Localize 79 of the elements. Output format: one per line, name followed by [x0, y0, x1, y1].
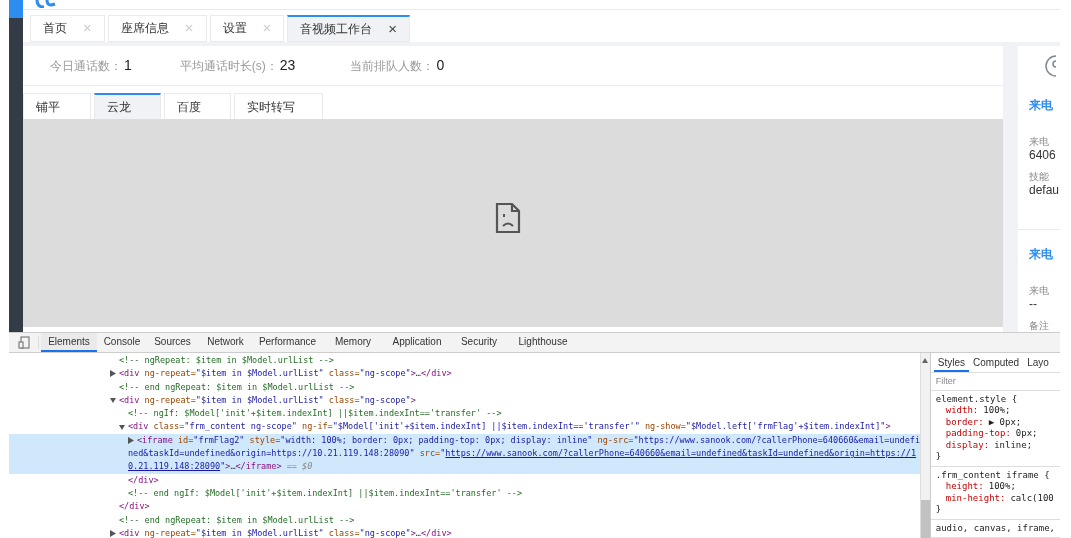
- device-toolbar-icon[interactable]: [17, 336, 30, 349]
- triangle-right-icon[interactable]: [110, 530, 116, 537]
- devtools-tab[interactable]: Elements: [41, 333, 97, 352]
- css-property-name: border:: [945, 416, 984, 428]
- section-heading: 来电: [1029, 246, 1054, 263]
- stat-value: 1: [124, 56, 132, 75]
- stat-label: 当前排队人数：: [350, 57, 435, 75]
- css-property-value: ▶ 0px;: [988, 416, 1022, 428]
- brace: }: [935, 504, 943, 516]
- triangle-down-icon[interactable]: [110, 397, 116, 405]
- section-heading: 来电: [1029, 97, 1054, 114]
- code-line[interactable]: <!-- ngIf: $Model['init'+$item.indexInt] ||$item.indexInt=='transfer' -->: [128, 407, 502, 421]
- css-property-value: 100%;: [983, 405, 1011, 417]
- css-selector: .frm_content iframe {: [935, 469, 1051, 481]
- devtools-tab[interactable]: Sources: [147, 333, 198, 352]
- field-value: defau: [1029, 183, 1060, 198]
- code-line[interactable]: <div class="frm_content ng-scope" ng-if="$Model['init'+$item.indexInt] ||$item.indexInt=='transfer'" ng-show="$Model.left['frmFlag'+$item.indexInt]">: [128, 420, 891, 434]
- stat-label: 平均通话时长(s)：: [179, 57, 278, 75]
- css-selector: element.style {: [935, 393, 1019, 405]
- field-label: 来电: [1029, 135, 1050, 148]
- page-tab[interactable]: 设置 ×: [209, 14, 285, 42]
- scroll-up-icon[interactable]: [922, 358, 929, 363]
- styles-tab[interactable]: Styles: [933, 354, 969, 373]
- css-property-name: width:: [945, 405, 979, 417]
- code-line[interactable]: </div>: [128, 473, 159, 487]
- triangle-right-icon[interactable]: [110, 370, 116, 378]
- sub-tab[interactable]: 实时转写: [234, 93, 323, 119]
- page-tab[interactable]: 座席信息 ×: [107, 14, 207, 42]
- field-value: --: [1029, 297, 1038, 312]
- close-button[interactable]: ×: [388, 17, 398, 41]
- field-label: 技能: [1029, 170, 1050, 183]
- triangle-right-icon[interactable]: [128, 436, 134, 444]
- code-line[interactable]: <div ng-repeat="$item in $Model.urlList" class="ng-scope">…</div>: [119, 526, 452, 538]
- devtools-tab[interactable]: Lighthouse: [508, 333, 578, 352]
- code-line[interactable]: <!-- ngRepeat: $item in $Model.urlList -->: [119, 354, 334, 368]
- devtools-tab[interactable]: Security: [450, 333, 508, 352]
- scrollbar-thumb[interactable]: [920, 500, 930, 538]
- stat-label: 今日通话数：: [50, 57, 122, 75]
- brace: }: [935, 451, 943, 463]
- css-selector: audio, canvas, iframe,: [935, 522, 1055, 534]
- css-property-value: 100%;: [988, 481, 1016, 493]
- css-property-value: calc(100: [1010, 492, 1054, 504]
- styles-tab[interactable]: Layo: [1023, 354, 1053, 373]
- css-property-name: height:: [945, 481, 984, 493]
- sub-tab[interactable]: 铺平: [23, 93, 91, 119]
- code-line[interactable]: <!-- end ngIf: $Model['init'+$item.indexInt] ||$item.indexInt=='transfer' -->: [128, 486, 523, 501]
- page-tab[interactable]: 首页 ×: [30, 14, 105, 42]
- code-line[interactable]: </div>: [119, 500, 150, 514]
- css-property-name: min-height:: [945, 492, 1006, 504]
- devtools-tab[interactable]: Application: [384, 333, 450, 352]
- link[interactable]: 0.21.119.148:28090: [128, 461, 221, 472]
- css-property-name: display:: [945, 439, 990, 451]
- triangle-down-icon[interactable]: [119, 423, 125, 431]
- user-icon: [1042, 55, 1056, 77]
- styles-tab[interactable]: Computed: [969, 354, 1024, 373]
- code-line[interactable]: <div ng-repeat="$item in $Model.urlList" class="ng-scope">: [119, 393, 416, 408]
- field-label: 来电: [1029, 284, 1050, 297]
- link[interactable]: https://www.sanook.com/?callerPhone=640660&email=undefined&taskId=undefined&origin=https://1: [445, 448, 917, 459]
- page-tab[interactable]: 音视频工作台 ×: [287, 14, 411, 42]
- stat-value: 0: [436, 56, 445, 75]
- code-line[interactable]: <div ng-repeat="$item in $Model.urlList" class="ng-scope">…</div>: [119, 367, 452, 381]
- logo-icon: [35, 0, 57, 8]
- devtools-tab[interactable]: Performance: [253, 333, 322, 352]
- css-property-name: padding-top:: [945, 428, 1011, 440]
- stat-value: 23: [279, 56, 296, 75]
- devtools-tab[interactable]: Memory: [322, 333, 384, 352]
- code-line[interactable]: <!-- end ngRepeat: $item in $Model.urlList -->: [119, 380, 355, 394]
- sub-tab[interactable]: 百度: [164, 93, 231, 119]
- css-property-value: inline;: [994, 439, 1033, 451]
- field-label: 备注: [1029, 319, 1050, 332]
- sub-tab[interactable]: 云龙: [94, 93, 161, 119]
- devtools-tab[interactable]: Network: [198, 333, 253, 352]
- css-property-value: 0px;: [1015, 428, 1038, 440]
- broken-page-icon: [495, 202, 521, 234]
- sidebar-logo-block: [9, 0, 23, 18]
- devtools-tab[interactable]: Console: [97, 333, 147, 352]
- code-line[interactable]: <!-- end ngRepeat: $item in $Model.urlList -->: [119, 513, 355, 527]
- field-value: 6406: [1029, 148, 1057, 163]
- filter-field[interactable]: Filter: [930, 373, 1060, 390]
